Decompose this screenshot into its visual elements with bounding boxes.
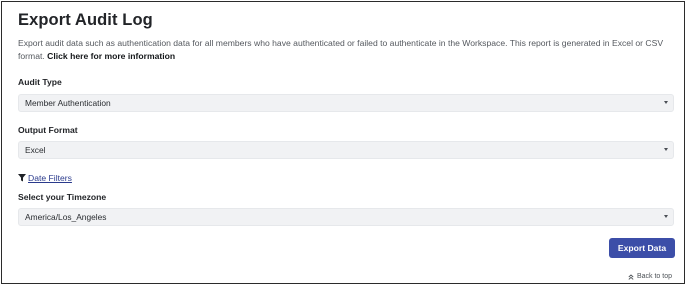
output-format-select[interactable]: Excel [18, 141, 674, 159]
filter-icon [18, 174, 26, 182]
more-info-link[interactable]: Click here for more information [47, 51, 175, 61]
chevron-down-icon [664, 101, 668, 104]
audit-type-label: Audit Type [18, 77, 62, 87]
output-format-value: Excel [25, 145, 46, 155]
timezone-select[interactable]: America/Los_Angeles [18, 208, 674, 226]
audit-type-select[interactable]: Member Authentication [18, 94, 674, 112]
audit-type-value: Member Authentication [25, 98, 111, 108]
back-to-top-link[interactable]: Back to top [628, 273, 672, 280]
page-title: Export Audit Log [18, 11, 153, 29]
export-audit-log-panel: Export Audit Log Export audit data such … [1, 1, 685, 284]
back-to-top-label[interactable]: Back to top [637, 273, 672, 280]
chevron-down-icon [664, 148, 668, 151]
timezone-label: Select your Timezone [18, 192, 107, 202]
chevron-down-icon [664, 215, 668, 218]
export-data-button[interactable]: Export Data [609, 238, 675, 258]
page-description: Export audit data such as authentication… [18, 37, 668, 62]
date-filters-toggle[interactable]: Date Filters [18, 172, 72, 184]
output-format-label: Output Format [18, 125, 78, 135]
date-filters-link[interactable]: Date Filters [28, 173, 72, 183]
double-chevron-up-icon [628, 273, 634, 280]
timezone-value: America/Los_Angeles [25, 212, 107, 222]
